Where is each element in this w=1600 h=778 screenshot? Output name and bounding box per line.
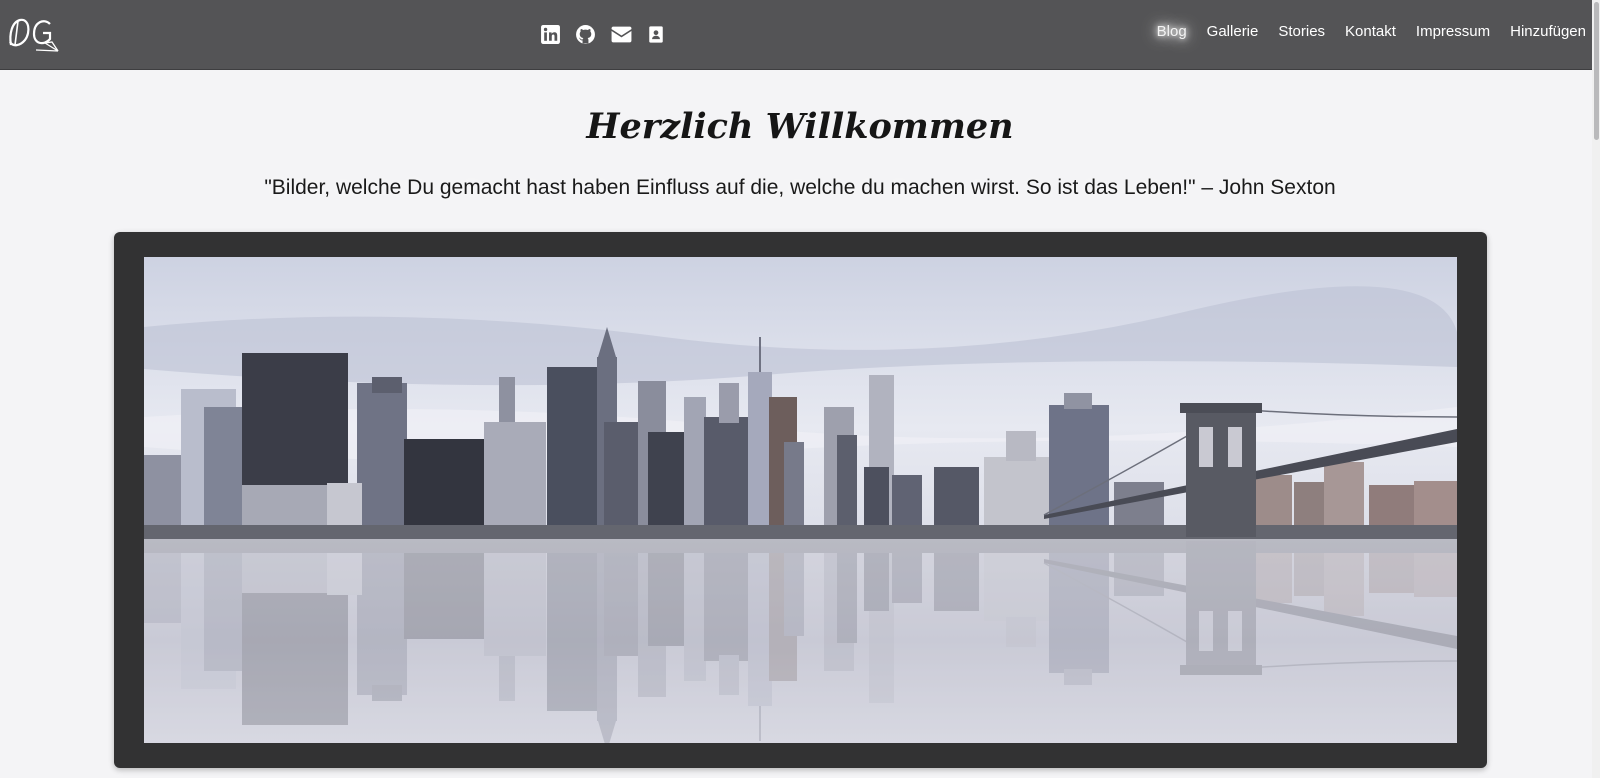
nav-gallerie[interactable]: Gallerie — [1207, 23, 1259, 40]
envelope-icon[interactable] — [610, 24, 633, 45]
main-navigation: Blog Gallerie Stories Kontakt Impressum … — [1157, 23, 1586, 40]
contact-card-icon[interactable] — [647, 24, 665, 45]
nav-hinzufuegen[interactable]: Hinzufügen — [1510, 23, 1586, 40]
dg-logo[interactable] — [6, 12, 62, 56]
top-navbar: Blog Gallerie Stories Kontakt Impressum … — [0, 0, 1600, 70]
github-icon[interactable] — [575, 24, 596, 45]
nav-stories[interactable]: Stories — [1278, 23, 1325, 40]
page-title: Herzlich Willkommen — [586, 106, 1014, 147]
skyline-photo[interactable] — [144, 257, 1457, 743]
linkedin-icon[interactable] — [540, 24, 561, 45]
photo-frame — [114, 232, 1487, 768]
quote-text: "Bilder, welche Du gemacht hast haben Ei… — [264, 176, 1336, 199]
social-links — [540, 24, 665, 45]
nav-impressum[interactable]: Impressum — [1416, 23, 1490, 40]
nav-kontakt[interactable]: Kontakt — [1345, 23, 1396, 40]
nav-blog[interactable]: Blog — [1157, 23, 1187, 40]
